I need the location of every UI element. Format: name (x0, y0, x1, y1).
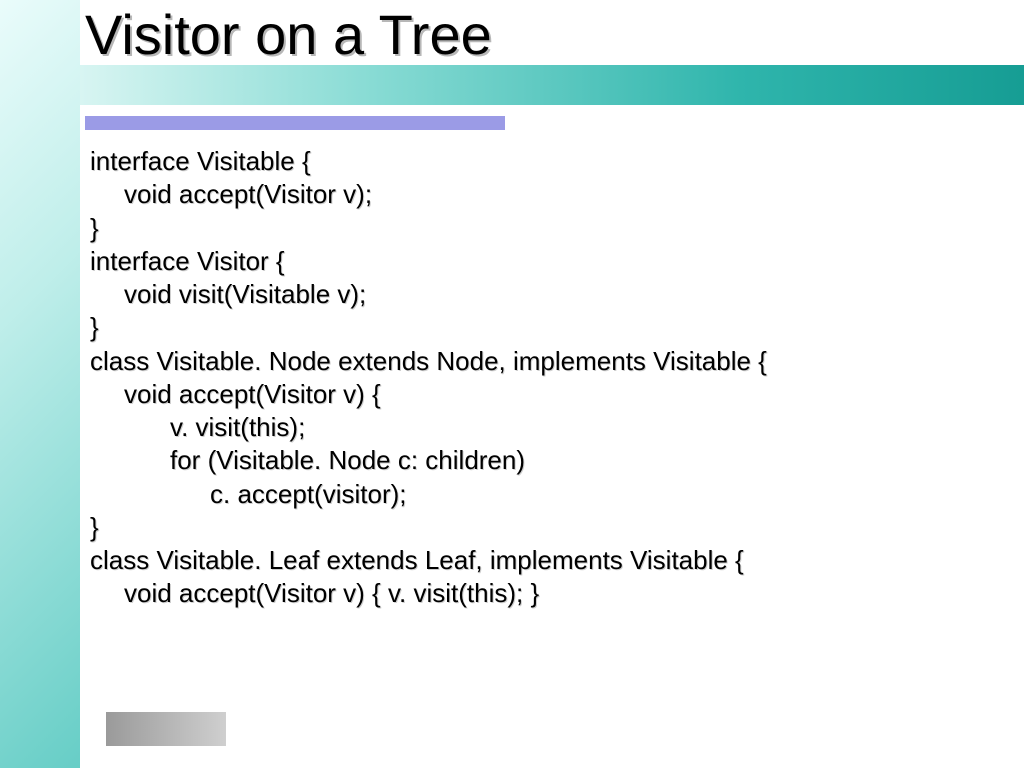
code-text: } (90, 512, 99, 542)
code-line: void accept(Visitor v) { v. visit(this);… (90, 577, 767, 610)
title-underline (85, 116, 505, 130)
code-line: for (Visitable. Node c: children) (90, 444, 767, 477)
code-line: interface Visitable { (90, 145, 767, 178)
code-text: class Visitable. Leaf extends Leaf, impl… (90, 545, 744, 575)
slide-title: Visitor on a Tree (85, 2, 492, 67)
code-line: } (90, 212, 767, 245)
code-text: for (Visitable. Node c: children) (90, 444, 525, 477)
code-text: void accept(Visitor v) { (90, 378, 381, 411)
code-text: void visit(Visitable v); (90, 278, 366, 311)
code-line: interface Visitor { (90, 245, 767, 278)
footer-decoration (106, 712, 226, 746)
header-teal-band (80, 65, 1024, 105)
code-text: interface Visitable { (90, 146, 311, 176)
code-line: void accept(Visitor v); (90, 178, 767, 211)
code-line: c. accept(visitor); (90, 478, 767, 511)
code-line: class Visitable. Node extends Node, impl… (90, 345, 767, 378)
code-text: interface Visitor { (90, 246, 285, 276)
slide: Visitor on a Tree interface Visitable {v… (0, 0, 1024, 768)
code-line: v. visit(this); (90, 411, 767, 444)
code-text: class Visitable. Node extends Node, impl… (90, 346, 767, 376)
code-text: v. visit(this); (90, 411, 305, 444)
code-line: } (90, 511, 767, 544)
code-text: } (90, 213, 99, 243)
code-block: interface Visitable {void accept(Visitor… (90, 145, 767, 611)
code-line: } (90, 311, 767, 344)
code-text: c. accept(visitor); (90, 478, 407, 511)
code-line: void accept(Visitor v) { (90, 378, 767, 411)
code-line: class Visitable. Leaf extends Leaf, impl… (90, 544, 767, 577)
code-text: } (90, 312, 99, 342)
code-text: void accept(Visitor v) { v. visit(this);… (90, 577, 539, 610)
code-text: void accept(Visitor v); (90, 178, 372, 211)
code-line: void visit(Visitable v); (90, 278, 767, 311)
